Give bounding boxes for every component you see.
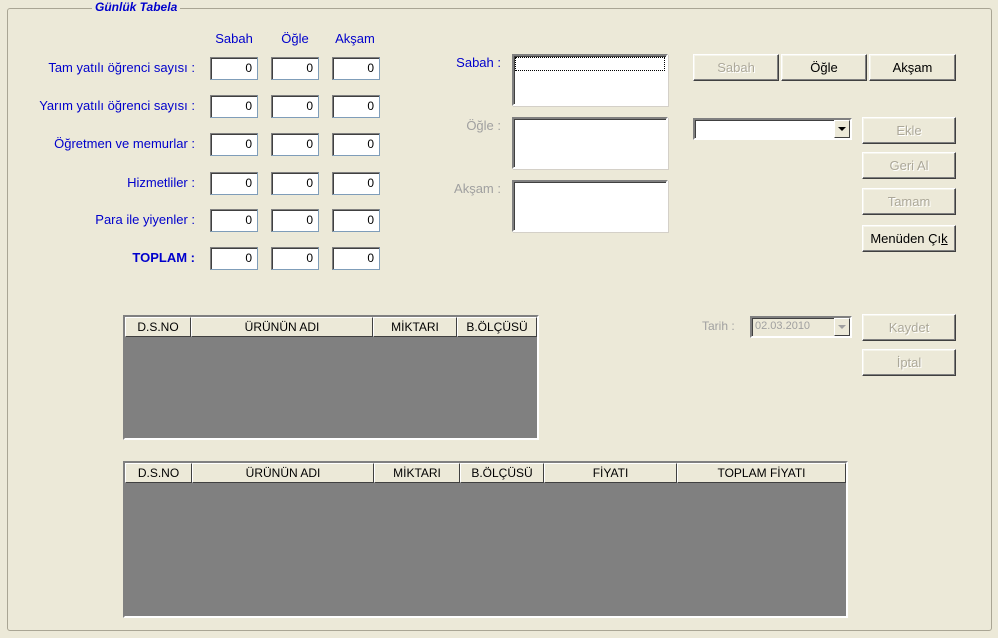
dropdown-arrow-icon bbox=[838, 325, 846, 329]
paying-aksam-field[interactable]: 0 bbox=[332, 209, 380, 232]
row-label-paying: Para ile yiyenler : bbox=[95, 212, 195, 227]
full-boarding-sabah-field[interactable]: 0 bbox=[210, 57, 258, 80]
sabah-button[interactable]: Sabah bbox=[693, 54, 779, 81]
chevron-down-icon[interactable] bbox=[834, 120, 850, 138]
sabah-menu-memo[interactable] bbox=[512, 54, 668, 106]
paying-sabah-field[interactable]: 0 bbox=[210, 209, 258, 232]
total-ogle-field[interactable]: 0 bbox=[271, 247, 319, 270]
grid2-col-toplam-fiyati[interactable]: TOPLAM FİYATI bbox=[677, 463, 846, 483]
kaydet-button[interactable]: Kaydet bbox=[862, 314, 956, 341]
grid2-col-birim-olcusu[interactable]: B.ÖLÇÜSÜ bbox=[460, 463, 544, 483]
tamam-button[interactable]: Tamam bbox=[862, 188, 956, 215]
grid1-col-miktari[interactable]: MİKTARI bbox=[373, 317, 457, 337]
iptal-button[interactable]: İptal bbox=[862, 349, 956, 376]
half-boarding-aksam-field[interactable]: 0 bbox=[332, 95, 380, 118]
memo-cursor-selection bbox=[515, 57, 665, 71]
half-boarding-ogle-field[interactable]: 0 bbox=[271, 95, 319, 118]
aksam-menu-memo[interactable] bbox=[512, 180, 668, 232]
ogle-button[interactable]: Öğle bbox=[781, 54, 867, 81]
column-header-aksam: Akşam bbox=[335, 31, 375, 46]
priced-items-grid-header: D.S.NO ÜRÜNÜN ADI MİKTARI B.ÖLÇÜSÜ FİYAT… bbox=[125, 463, 846, 483]
half-boarding-sabah-field[interactable]: 0 bbox=[210, 95, 258, 118]
grid1-col-dsno[interactable]: D.S.NO bbox=[125, 317, 191, 337]
priced-items-grid[interactable]: D.S.NO ÜRÜNÜN ADI MİKTARI B.ÖLÇÜSÜ FİYAT… bbox=[123, 461, 848, 618]
product-combo[interactable] bbox=[693, 118, 852, 140]
column-header-ogle: Öğle bbox=[281, 31, 309, 46]
grid1-col-birim-olcusu[interactable]: B.ÖLÇÜSÜ bbox=[457, 317, 537, 337]
total-sabah-field[interactable]: 0 bbox=[210, 247, 258, 270]
row-label-half-boarding: Yarım yatılı öğrenci sayısı : bbox=[39, 98, 195, 113]
menu-items-grid[interactable]: D.S.NO ÜRÜNÜN ADI MİKTARI B.ÖLÇÜSÜ bbox=[123, 315, 539, 440]
grid2-col-miktari[interactable]: MİKTARI bbox=[374, 463, 460, 483]
dropdown-arrow-icon bbox=[838, 127, 846, 131]
menuden-cik-label: Menüden Çı bbox=[870, 231, 942, 246]
aksam-button[interactable]: Akşam bbox=[869, 54, 956, 81]
menu-items-grid-header: D.S.NO ÜRÜNÜN ADI MİKTARI B.ÖLÇÜSÜ bbox=[125, 317, 537, 337]
teachers-sabah-field[interactable]: 0 bbox=[210, 133, 258, 156]
row-label-teachers: Öğretmen ve memurlar : bbox=[54, 136, 195, 151]
ogle-menu-memo[interactable] bbox=[512, 117, 668, 169]
total-aksam-field[interactable]: 0 bbox=[332, 247, 380, 270]
ogle-menu-label: Öğle : bbox=[466, 118, 501, 133]
grid1-col-urun-adi[interactable]: ÜRÜNÜN ADI bbox=[191, 317, 373, 337]
teachers-aksam-field[interactable]: 0 bbox=[332, 133, 380, 156]
staff-sabah-field[interactable]: 0 bbox=[210, 172, 258, 195]
full-boarding-aksam-field[interactable]: 0 bbox=[332, 57, 380, 80]
row-label-full-boarding: Tam yatılı öğrenci sayısı : bbox=[48, 60, 195, 75]
aksam-menu-label: Akşam : bbox=[454, 181, 501, 196]
column-header-sabah: Sabah bbox=[215, 31, 253, 46]
ekle-button[interactable]: Ekle bbox=[862, 117, 956, 144]
menuden-cik-button[interactable]: Menüden Çık bbox=[862, 225, 956, 252]
chevron-down-icon[interactable] bbox=[834, 318, 850, 336]
tarih-date-picker[interactable]: 02.03.2010 bbox=[750, 316, 852, 338]
geri-al-button[interactable]: Geri Al bbox=[862, 152, 956, 179]
row-label-staff: Hizmetliler : bbox=[127, 175, 195, 190]
grid2-col-dsno[interactable]: D.S.NO bbox=[125, 463, 192, 483]
tarih-label: Tarih : bbox=[702, 319, 735, 333]
menuden-cik-accelerator: k bbox=[941, 231, 948, 246]
paying-ogle-field[interactable]: 0 bbox=[271, 209, 319, 232]
tarih-value: 02.03.2010 bbox=[755, 320, 811, 332]
staff-aksam-field[interactable]: 0 bbox=[332, 172, 380, 195]
full-boarding-ogle-field[interactable]: 0 bbox=[271, 57, 319, 80]
sabah-menu-label: Sabah : bbox=[456, 55, 501, 70]
grid2-col-fiyati[interactable]: FİYATI bbox=[544, 463, 677, 483]
grid2-col-urun-adi[interactable]: ÜRÜNÜN ADI bbox=[192, 463, 374, 483]
group-title: Günlük Tabela bbox=[92, 0, 181, 14]
staff-ogle-field[interactable]: 0 bbox=[271, 172, 319, 195]
teachers-ogle-field[interactable]: 0 bbox=[271, 133, 319, 156]
row-label-total: TOPLAM : bbox=[132, 250, 195, 265]
